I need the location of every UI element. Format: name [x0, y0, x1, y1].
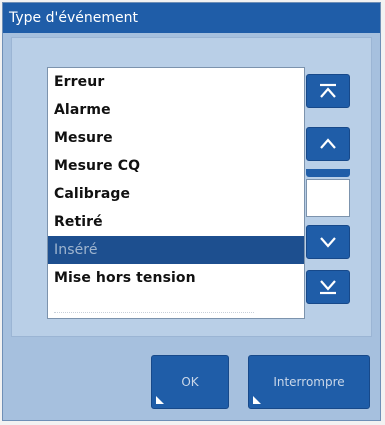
scroll-down-icon	[318, 235, 338, 249]
list-item-retire[interactable]: Retiré	[48, 208, 304, 236]
event-type-list[interactable]: Erreur Alarme Mesure Mesure CQ Calibrage…	[47, 67, 305, 319]
scroll-down-button[interactable]	[306, 225, 350, 259]
list-item-mesure[interactable]: Mesure	[48, 124, 304, 152]
ok-button[interactable]: OK	[151, 355, 229, 409]
button-corner-marker	[156, 396, 164, 404]
scroll-to-bottom-icon	[318, 279, 338, 295]
scrollbar-track[interactable]	[306, 179, 350, 217]
dialog-title: Type d'événement	[3, 3, 380, 33]
cancel-button[interactable]: Interrompre	[248, 355, 370, 409]
scroll-up-button[interactable]	[306, 127, 350, 161]
scroll-to-top-icon	[318, 83, 338, 99]
scroll-up-icon	[318, 137, 338, 151]
list-overflow-hint	[54, 312, 254, 318]
event-type-dialog: Type d'événement Erreur Alarme Mesure Me…	[2, 2, 381, 421]
list-item-insere[interactable]: Inséré	[48, 236, 304, 264]
cancel-button-label: Interrompre	[273, 375, 345, 389]
list-item-erreur[interactable]: Erreur	[48, 68, 304, 96]
list-item-calibrage[interactable]: Calibrage	[48, 180, 304, 208]
scroll-to-top-button[interactable]	[306, 74, 350, 108]
button-corner-marker	[253, 396, 261, 404]
list-item-mise-hors-tension[interactable]: Mise hors tension	[48, 264, 304, 292]
list-item-mesure-cq[interactable]: Mesure CQ	[48, 152, 304, 180]
list-item-alarme[interactable]: Alarme	[48, 96, 304, 124]
ok-button-label: OK	[181, 375, 199, 389]
scroll-thumb-edge	[306, 169, 350, 177]
scroll-to-bottom-button[interactable]	[306, 270, 350, 304]
